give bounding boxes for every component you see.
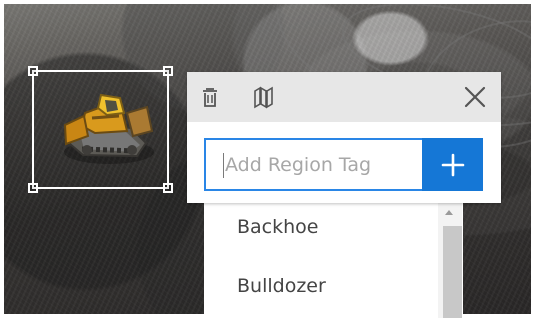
close-icon[interactable]: [462, 84, 488, 110]
tag-suggestion-bulldozer[interactable]: Bulldozer: [237, 277, 326, 296]
resize-handle-top-left[interactable]: [28, 66, 38, 76]
image-canvas[interactable]: Backhoe Bulldozer: [0, 0, 535, 318]
suggestion-scrollbar-thumb[interactable]: [443, 226, 462, 318]
add-region-tag-input[interactable]: [204, 138, 422, 191]
resize-handle-top-right[interactable]: [163, 66, 173, 76]
tag-suggestion-backhoe[interactable]: Backhoe: [237, 218, 318, 237]
plus-icon: [441, 153, 464, 176]
bulldozer-icon: [63, 93, 154, 164]
trash-icon[interactable]: [198, 85, 222, 109]
tag-suggestion-list[interactable]: Backhoe Bulldozer: [204, 203, 463, 318]
region-tag-panel: [187, 72, 501, 203]
layers-icon[interactable]: [251, 85, 275, 109]
scroll-up-icon[interactable]: [445, 210, 453, 215]
add-tag-button[interactable]: [422, 138, 483, 191]
resize-handle-bottom-left[interactable]: [28, 183, 38, 193]
resize-handle-bottom-right[interactable]: [163, 183, 173, 193]
selected-region[interactable]: [28, 66, 173, 193]
tag-panel-toolbar: [187, 72, 501, 122]
